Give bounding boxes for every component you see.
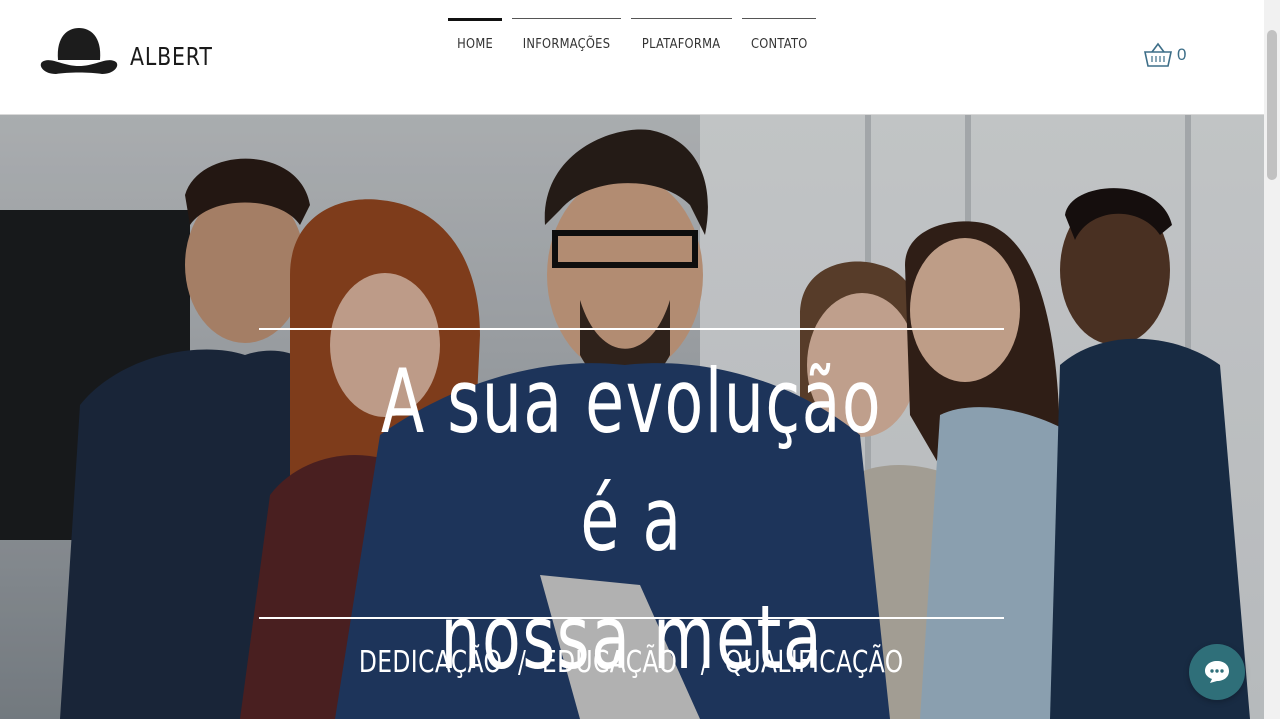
page-scrollbar[interactable] — [1264, 0, 1280, 719]
hero-top-divider — [259, 328, 1004, 330]
cart-count: 0 — [1177, 45, 1187, 64]
nav-contato[interactable]: CONTATO — [742, 18, 816, 66]
nav-home-label: HOME — [457, 36, 493, 52]
chat-bubble-icon — [1205, 661, 1229, 683]
nav-plataforma-label: PLATAFORMA — [642, 36, 721, 52]
chat-button[interactable] — [1189, 644, 1245, 700]
nav-informacoes[interactable]: INFORMAÇÕES — [512, 18, 621, 66]
hero-bottom-divider — [259, 617, 1004, 619]
hero-subtitle: DEDICAÇÃO / EDUCAÇÃO / QUALIFICAÇÃO — [359, 645, 904, 680]
cart-button[interactable]: 0 — [1143, 42, 1186, 68]
main-nav: HOME INFORMAÇÕES PLATAFORMA CONTATO — [448, 18, 816, 66]
nav-contato-label: CONTATO — [750, 36, 808, 52]
nav-home[interactable]: HOME — [448, 18, 502, 66]
nav-plataforma[interactable]: PLATAFORMA — [631, 18, 732, 66]
hero-title-line-1: A sua evolução é a — [380, 350, 883, 571]
nav-informacoes-label: INFORMAÇÕES — [522, 36, 611, 52]
hero-title: A sua evolução é a nossa meta — [259, 343, 1004, 697]
hero-banner: A sua evolução é a nossa meta DEDICAÇÃO … — [0, 115, 1264, 719]
shopping-basket-icon — [1144, 42, 1172, 67]
scrollbar-thumb[interactable] — [1267, 30, 1277, 180]
brand-name: ALBERT — [130, 41, 213, 71]
site-header: ALBERT HOME INFORMAÇÕES PLATAFORMA CONTA… — [0, 0, 1264, 115]
bowler-hat-icon — [40, 28, 118, 74]
site-logo[interactable]: ALBERT — [38, 26, 231, 78]
